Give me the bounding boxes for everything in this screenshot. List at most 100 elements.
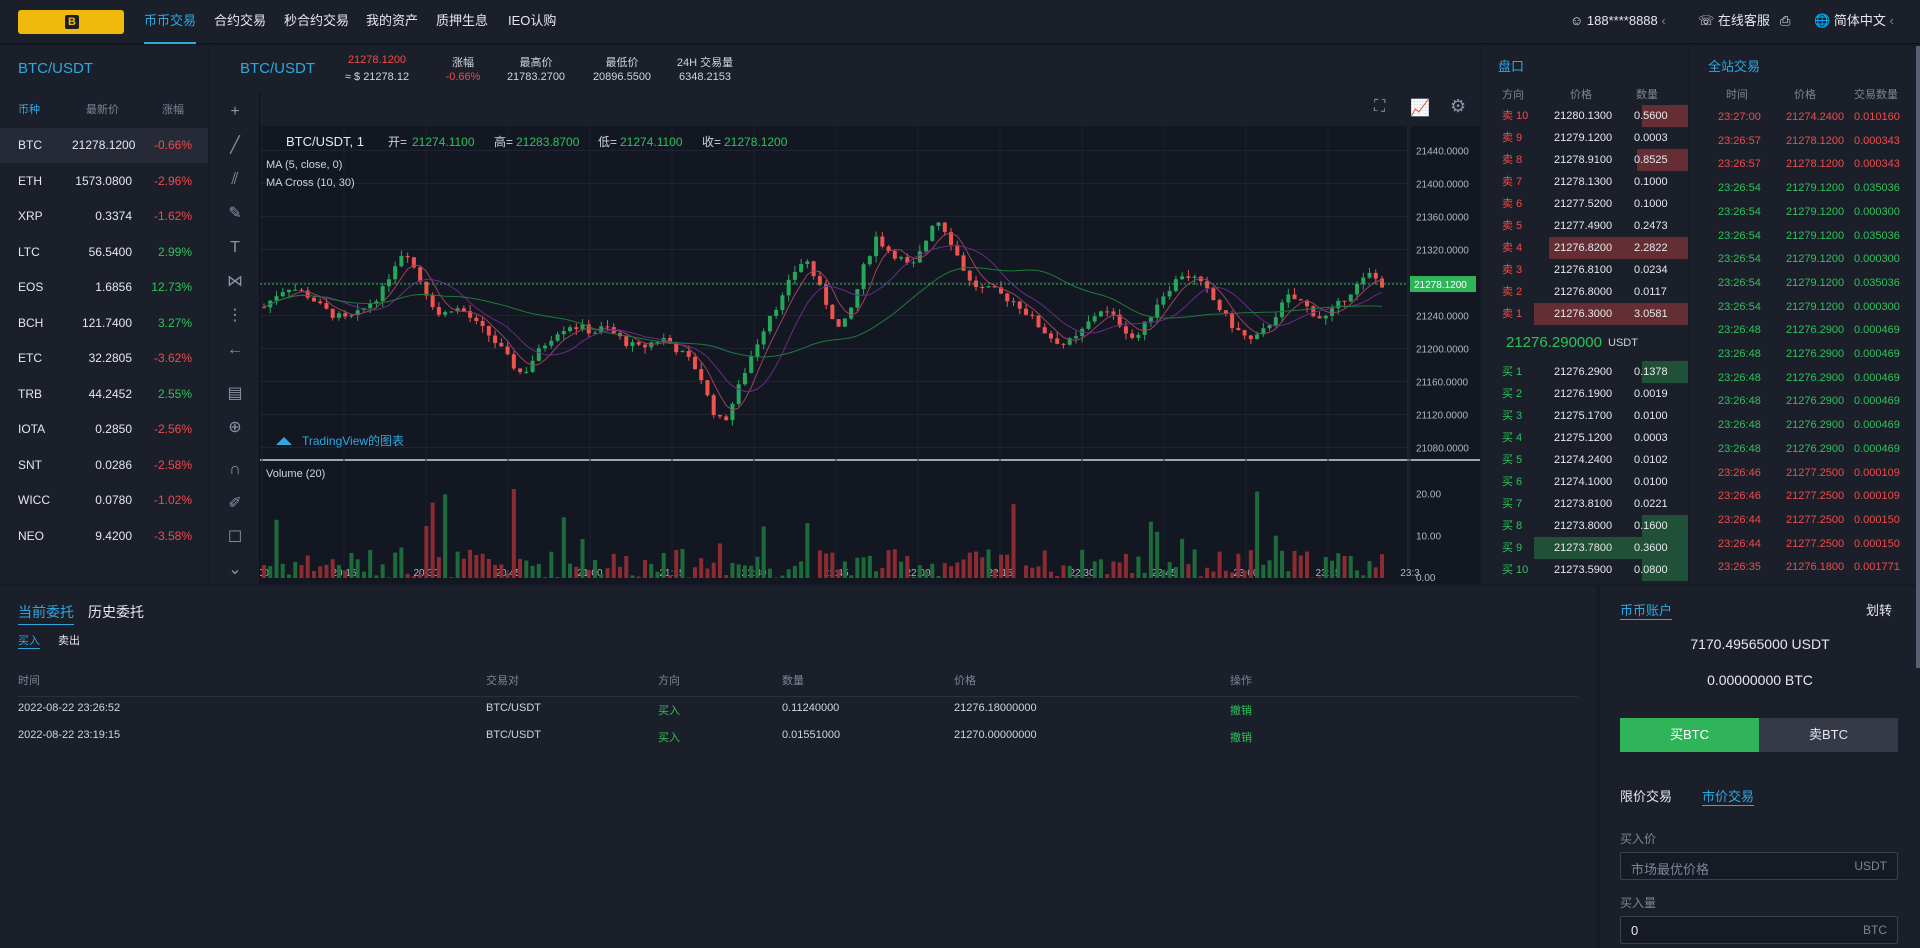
tab-order-history[interactable]: 历史委托 xyxy=(88,602,144,622)
nav-ieo[interactable]: IEO认购 xyxy=(508,0,556,44)
ask-row[interactable]: 卖 5 21277.4900 0.2473 xyxy=(1482,215,1688,237)
market-row[interactable]: WICC 0.0780 -1.02% xyxy=(0,483,208,518)
measure-icon[interactable]: ▤ xyxy=(223,382,247,406)
trade-row: 23:26:48 21276.2900 0.000469 xyxy=(1690,342,1918,366)
bid-row[interactable]: 买 5 21274.2400 0.0102 xyxy=(1482,449,1688,471)
market-row[interactable]: EOS 1.6856 12.73% xyxy=(0,270,208,305)
bid-row[interactable]: 买 3 21275.1700 0.0100 xyxy=(1482,405,1688,427)
account-title[interactable]: 币币账户 xyxy=(1620,600,1673,620)
chevron-down-icon[interactable]: ⌄ xyxy=(223,558,247,582)
ask-row[interactable]: 卖 7 21278.1300 0.1000 xyxy=(1482,171,1688,193)
ticker-pair: BTC/USDT xyxy=(240,60,315,77)
ask-row[interactable]: 卖 2 21276.8000 0.0117 xyxy=(1482,281,1688,303)
market-row[interactable]: SNT 0.0286 -2.58% xyxy=(0,448,208,483)
trade-amount: 0.000469 xyxy=(1854,419,1900,432)
ask-row[interactable]: 卖 1 21276.3000 3.0581 xyxy=(1482,303,1688,325)
fib-tool-icon[interactable]: ⫽ xyxy=(223,168,247,192)
scrollbar[interactable] xyxy=(1916,46,1920,668)
settings-gear-icon[interactable]: ⚙ xyxy=(1450,96,1466,117)
ask-row[interactable]: 卖 10 21280.1300 0.5600 xyxy=(1482,105,1688,127)
trade-row: 23:26:46 21277.2500 0.000109 xyxy=(1690,484,1918,508)
bid-row[interactable]: 买 1 21276.2900 0.1378 xyxy=(1482,361,1688,383)
ask-row[interactable]: 卖 4 21276.8200 2.2822 xyxy=(1482,237,1688,259)
prediction-tool-icon[interactable]: ⋮ xyxy=(223,304,247,328)
brush-icon[interactable]: ✎ xyxy=(223,202,247,226)
tab-current-orders[interactable]: 当前委托 xyxy=(18,602,74,625)
user-menu[interactable]: ☺ 188****8888 ‹ xyxy=(1570,0,1666,44)
volume-bar xyxy=(1180,538,1185,578)
buy-btc-button[interactable]: 买BTC xyxy=(1620,718,1759,752)
ask-row[interactable]: 卖 9 21279.1200 0.0003 xyxy=(1482,127,1688,149)
tab-market-order[interactable]: 市价交易 xyxy=(1702,786,1755,806)
candle-body xyxy=(624,336,629,346)
bid-row[interactable]: 买 9 21273.7800 0.3600 xyxy=(1482,537,1688,559)
bid-row[interactable]: 买 10 21273.5900 0.0800 xyxy=(1482,559,1688,581)
language-selector[interactable]: 🌐 简体中文 ‹ xyxy=(1814,0,1894,44)
bid-row[interactable]: 买 2 21276.1900 0.0019 xyxy=(1482,383,1688,405)
candle-body xyxy=(274,296,279,301)
volume-bar xyxy=(361,571,366,578)
market-row[interactable]: TRB 44.2452 2.55% xyxy=(0,377,208,412)
text-tool-icon[interactable]: T xyxy=(223,236,247,260)
bid-row[interactable]: 买 8 21273.8000 0.1600 xyxy=(1482,515,1688,537)
crosshair-icon[interactable]: + xyxy=(223,100,247,124)
volume-bar xyxy=(349,552,354,578)
buy-price-field[interactable]: 市场最优价格 USDT xyxy=(1620,852,1898,880)
print-icon[interactable]: ⎙ xyxy=(1780,0,1790,44)
book-price: 21278.9100 xyxy=(1554,154,1613,166)
logo[interactable]: B xyxy=(18,10,124,34)
volume-bar xyxy=(436,557,441,578)
volume-bar xyxy=(999,554,1004,578)
market-row[interactable]: BCH 121.7400 3.27% xyxy=(0,306,208,341)
pattern-tool-icon[interactable]: ⋈ xyxy=(223,270,247,294)
volume-bar xyxy=(336,565,341,578)
lock-drawing-icon[interactable]: ✐ xyxy=(223,492,247,516)
trade-amount: 0.001771 xyxy=(1854,561,1900,574)
fullscreen-icon[interactable]: ⛶ xyxy=(1374,98,1385,116)
book-side: 卖 5 xyxy=(1502,220,1523,232)
subtab-sell[interactable]: 卖出 xyxy=(58,632,80,648)
market-row[interactable]: ETH 1573.0800 -2.96% xyxy=(0,164,208,199)
bid-row[interactable]: 买 6 21274.1000 0.0100 xyxy=(1482,471,1688,493)
candlestick-chart[interactable]: 21440.0000 21400.0000 21360.0000 21320.0000… xyxy=(260,126,1480,584)
subtab-buy[interactable]: 买入 xyxy=(18,632,40,649)
market-row[interactable]: XRP 0.3374 -1.62% xyxy=(0,199,208,234)
transfer-link[interactable]: 划转 xyxy=(1866,600,1892,619)
market-row[interactable]: LTC 56.5400 2.99% xyxy=(0,235,208,270)
trend-line-icon[interactable]: ╱ xyxy=(223,134,247,158)
indicators-icon[interactable]: 📈 xyxy=(1410,98,1430,118)
candle-body xyxy=(899,257,904,259)
buy-amount-field[interactable]: 0 BTC xyxy=(1620,916,1898,944)
zoom-in-icon[interactable]: ⊕ xyxy=(223,416,247,440)
candle-body xyxy=(924,240,929,252)
arrow-left-icon[interactable]: ← xyxy=(223,338,247,362)
bid-row[interactable]: 买 4 21275.1200 0.0003 xyxy=(1482,427,1688,449)
market-price: 121.7400 xyxy=(81,315,132,330)
market-row[interactable]: IOTA 0.2850 -2.56% xyxy=(0,412,208,447)
nav-staking[interactable]: 质押生息 xyxy=(436,0,488,44)
ask-row[interactable]: 卖 6 21277.5200 0.1000 xyxy=(1482,193,1688,215)
trade-time: 23:26:54 xyxy=(1718,182,1761,195)
order-action[interactable]: 撤销 xyxy=(1230,729,1252,745)
magnet-icon[interactable]: ∩ xyxy=(223,458,247,482)
tab-limit-order[interactable]: 限价交易 xyxy=(1620,786,1672,805)
bid-row[interactable]: 买 7 21273.8100 0.0221 xyxy=(1482,493,1688,515)
online-service-link[interactable]: ☏ 在线客服 xyxy=(1698,0,1770,44)
nav-my-assets[interactable]: 我的资产 xyxy=(366,0,418,44)
market-row[interactable]: BTC 21278.1200 -0.66% xyxy=(0,128,208,163)
volume-bar xyxy=(630,575,635,578)
volume-bar xyxy=(1098,559,1103,578)
trade-price: 21279.1200 xyxy=(1786,276,1845,289)
order-side: 买入 xyxy=(658,732,680,744)
order-action[interactable]: 撤销 xyxy=(1230,702,1252,718)
ask-row[interactable]: 卖 3 21276.8100 0.0234 xyxy=(1482,259,1688,281)
nav-contract-trading[interactable]: 合约交易 xyxy=(214,0,266,44)
ask-row[interactable]: 卖 8 21278.9100 0.8525 xyxy=(1482,149,1688,171)
market-row[interactable]: NEO 9.4200 -3.58% xyxy=(0,519,208,554)
market-row[interactable]: ETC 32.2805 -3.62% xyxy=(0,341,208,376)
sell-btc-button[interactable]: 卖BTC xyxy=(1759,718,1898,752)
nav-spot-trading[interactable]: 币币交易 xyxy=(144,0,197,44)
order-amount: 0.01551000 xyxy=(782,729,841,741)
unlock-icon[interactable]: ☐ xyxy=(223,526,247,550)
nav-second-contract[interactable]: 秒合约交易 xyxy=(284,0,349,44)
